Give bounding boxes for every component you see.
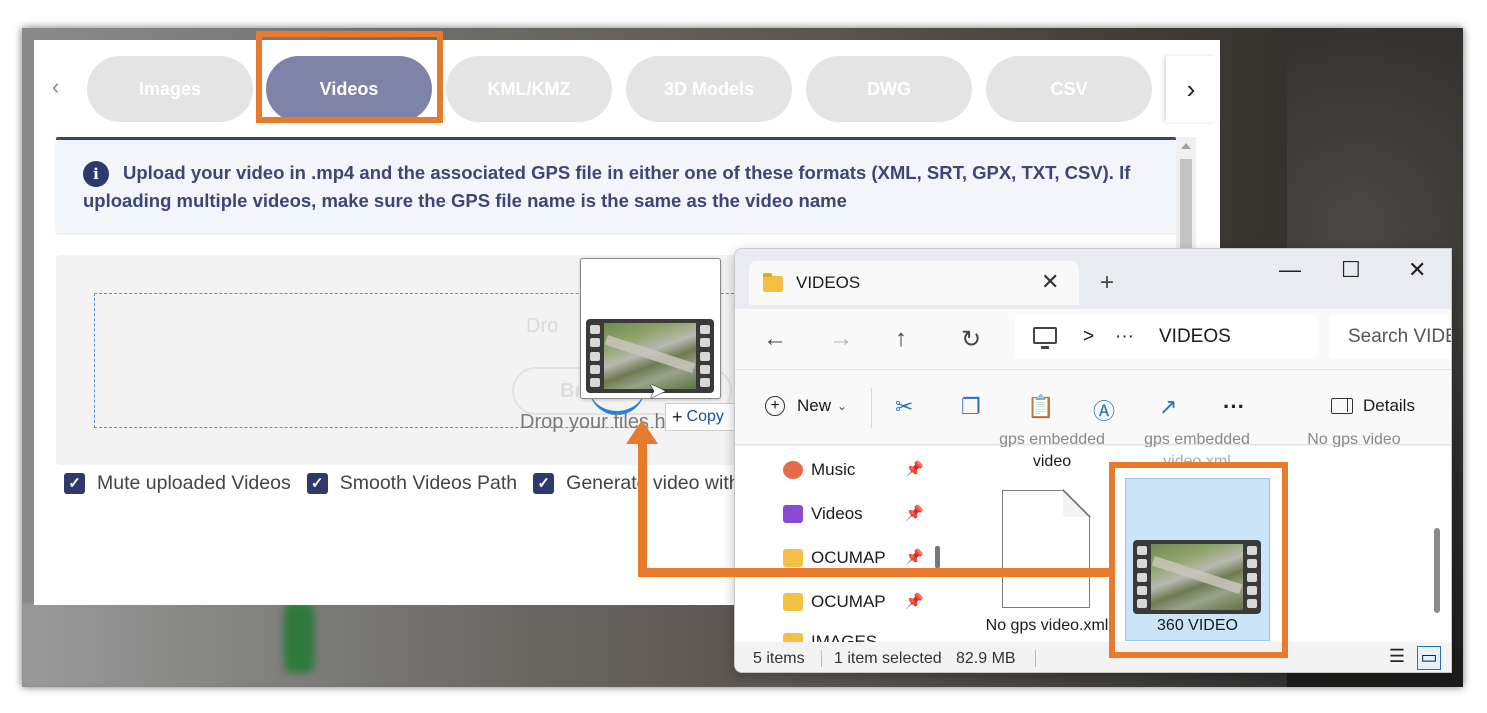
explorer-body: Music 📌 Videos 📌 OCUMAP 📌 OCUMAP 📌 <box>735 446 1451 651</box>
nav-item-label: Music <box>811 460 856 479</box>
up-icon[interactable]: ↑ <box>895 325 907 353</box>
highlight-360-video <box>1109 462 1288 658</box>
nav-item-music[interactable]: Music <box>783 458 855 482</box>
nav-item-label: Videos <box>811 504 863 523</box>
arrow-up-icon <box>626 420 658 444</box>
tab-kml-kmz[interactable]: KML/KMZ <box>446 56 612 122</box>
address-separator: > <box>1083 326 1095 347</box>
info-banner: i Upload your video in .mp4 and the asso… <box>56 137 1176 233</box>
tabs-next-icon[interactable]: › <box>1166 56 1216 122</box>
new-tab-icon[interactable]: + <box>1100 269 1114 297</box>
refresh-icon[interactable]: ↻ <box>961 325 981 354</box>
rename-icon[interactable]: Ⓐ <box>1093 394 1115 426</box>
nav-scrollbar[interactable] <box>935 546 940 568</box>
music-icon <box>783 461 803 479</box>
highlight-videos-tab <box>256 31 443 123</box>
file-label-partial: gps embedded <box>999 433 1105 447</box>
address-folder[interactable]: VIDEOS <box>1159 326 1231 348</box>
nav-item-videos[interactable]: Videos <box>783 502 863 526</box>
tiles-view-icon[interactable]: ▭ <box>1417 646 1441 670</box>
this-pc-icon <box>1033 327 1057 349</box>
tabs-prev-icon[interactable]: ‹ <box>52 75 68 99</box>
dropzone-faint-text: Dro <box>526 315 559 337</box>
copy-plus: + <box>672 406 683 427</box>
paste-icon[interactable]: 📋 <box>1027 394 1054 420</box>
pin-icon: 📌 <box>905 461 924 478</box>
back-icon[interactable]: ← <box>763 325 787 353</box>
background-blur <box>22 603 742 687</box>
share-icon[interactable]: ↗ <box>1159 394 1177 420</box>
search-input[interactable]: Search VIDE <box>1329 315 1451 359</box>
chevron-down-icon: ⌄ <box>837 399 848 413</box>
folder-icon <box>763 273 783 292</box>
cursor-icon: ➤ <box>648 378 667 403</box>
explorer-titlebar: VIDEOS ✕ + — ☐ ✕ <box>735 249 1451 309</box>
nav-item-ocumap-2[interactable]: OCUMAP <box>783 590 886 614</box>
divider <box>871 388 872 428</box>
smooth-path-label: Smooth Videos Path <box>339 471 518 494</box>
nav-item-ocumap[interactable]: OCUMAP <box>783 546 886 570</box>
tab-dwg[interactable]: DWG <box>806 56 972 122</box>
details-button[interactable]: Details <box>1331 396 1415 416</box>
pin-icon: 📌 <box>905 549 924 566</box>
tab-csv[interactable]: CSV <box>986 56 1152 122</box>
background-figure <box>284 603 314 673</box>
content-scrollbar[interactable] <box>1434 528 1440 613</box>
drag-arrow-horizontal <box>638 568 1115 577</box>
cut-icon[interactable]: ✂ <box>895 394 913 420</box>
info-text: Upload your video in .mp4 and the associ… <box>83 162 1131 211</box>
pin-icon: 📌 <box>905 505 924 522</box>
pin-icon: 📌 <box>905 593 924 610</box>
copy-label: Copy <box>686 408 724 425</box>
mute-label: Mute uploaded Videos <box>97 471 291 494</box>
close-window-icon[interactable]: ✕ <box>1408 257 1426 283</box>
details-label: Details <box>1363 396 1415 415</box>
videos-icon <box>783 505 803 523</box>
nav-item-label: OCUMAP <box>811 592 886 611</box>
forward-icon[interactable]: → <box>829 325 853 353</box>
copy-icon[interactable]: ❐ <box>961 394 981 420</box>
file-label-partial: gps embedded <box>1144 433 1250 447</box>
new-label: New <box>797 396 832 415</box>
divider <box>821 650 822 667</box>
list-view-icon[interactable]: ☰ <box>1385 646 1409 670</box>
explorer-statusbar: 5 items 1 item selected 82.9 MB ☰ ▭ <box>735 642 1451 672</box>
selection-count: 1 item selected <box>834 650 942 667</box>
drag-arrow-vertical <box>638 440 647 577</box>
document-fold <box>1063 489 1091 517</box>
address-more-icon[interactable]: ··· <box>1115 326 1134 348</box>
selection-size: 82.9 MB <box>956 650 1016 667</box>
smooth-path-checkbox[interactable]: ✓ <box>306 472 328 494</box>
file-label-partial: video <box>1032 453 1072 470</box>
options-row: ✓ Mute uploaded Videos ✓ Smooth Videos P… <box>64 471 756 495</box>
navigation-pane: Music 📌 Videos 📌 OCUMAP 📌 OCUMAP 📌 <box>735 446 940 651</box>
folder-icon <box>783 549 803 567</box>
scroll-up-icon[interactable] <box>1181 143 1191 149</box>
mute-checkbox[interactable]: ✓ <box>64 472 85 494</box>
details-pane-icon <box>1331 398 1353 414</box>
divider <box>1035 650 1036 667</box>
new-button[interactable]: + New ⌄ <box>765 396 847 416</box>
generate-video-label: Generate video with <box>566 471 740 494</box>
add-icon: + <box>765 396 785 416</box>
screenshot-frame: ‹ Images Videos KML/KMZ 3D Models DWG CS… <box>22 28 1463 687</box>
explorer-tab-title: VIDEOS <box>796 273 861 292</box>
folder-icon <box>783 593 803 611</box>
explorer-tab[interactable]: VIDEOS ✕ <box>749 261 1079 305</box>
address-bar[interactable]: > ··· VIDEOS <box>1015 315 1317 359</box>
maximize-icon[interactable]: ☐ <box>1341 257 1361 283</box>
file-label: No gps video.xml <box>985 617 1109 634</box>
explorer-navbar: ← → ↑ ↻ > ··· VIDEOS Search VIDE <box>735 309 1451 369</box>
more-icon[interactable]: ··· <box>1223 394 1245 420</box>
tab-3d-models[interactable]: 3D Models <box>626 56 792 122</box>
close-tab-icon[interactable]: ✕ <box>1041 269 1059 295</box>
document-icon[interactable] <box>1002 489 1091 608</box>
nav-item-label: OCUMAP <box>811 548 886 567</box>
tab-images[interactable]: Images <box>87 56 253 122</box>
minimize-icon[interactable]: — <box>1279 257 1301 283</box>
file-label-partial: No gps video <box>1307 433 1401 447</box>
generate-video-checkbox[interactable]: ✓ <box>533 472 555 494</box>
item-count: 5 items <box>753 650 805 667</box>
